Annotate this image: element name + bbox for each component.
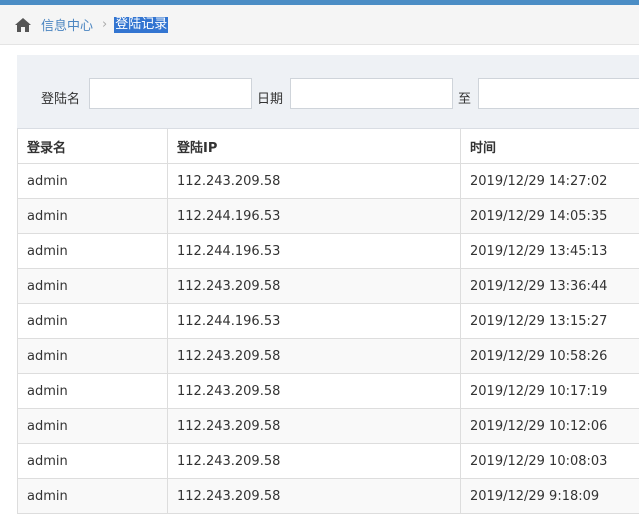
column-header-time: 时间: [460, 129, 639, 164]
cell-login-name: admin: [17, 198, 168, 234]
cell-login-ip: 112.244.196.53: [167, 233, 461, 269]
cell-login-name: admin: [17, 163, 168, 199]
login-records-table: 登录名 登陆IP 时间 admin 112.243.209.58 2019/12…: [17, 129, 639, 514]
cell-login-name: admin: [17, 268, 168, 304]
table-row: admin 112.243.209.58 2019/12/29 14:27:02: [17, 163, 639, 199]
cell-login-ip: 112.244.196.53: [167, 198, 461, 234]
date-to-input[interactable]: [478, 78, 639, 109]
cell-time: 2019/12/29 10:08:03: [460, 443, 639, 479]
cell-time: 2019/12/29 10:12:06: [460, 408, 639, 444]
cell-time: 2019/12/29 14:05:35: [460, 198, 639, 234]
cell-login-name: admin: [17, 338, 168, 374]
cell-login-name: admin: [17, 303, 168, 339]
home-icon[interactable]: [14, 17, 32, 33]
table-row: admin 112.243.209.58 2019/12/29 10:12:06: [17, 408, 639, 444]
table-header-row: 登录名 登陆IP 时间: [17, 129, 639, 164]
breadcrumb-current-page: 登陆记录: [114, 16, 169, 33]
cell-login-name: admin: [17, 443, 168, 479]
table-row: admin 112.243.209.58 2019/12/29 9:18:09: [17, 478, 639, 514]
cell-login-ip: 112.243.209.58: [167, 443, 461, 479]
table-row: admin 112.243.209.58 2019/12/29 10:08:03: [17, 443, 639, 479]
cell-login-name: admin: [17, 233, 168, 269]
cell-login-name: admin: [17, 408, 168, 444]
cell-time: 2019/12/29 10:58:26: [460, 338, 639, 374]
column-header-login-name: 登录名: [17, 129, 168, 164]
table-row: admin 112.244.196.53 2019/12/29 13:15:27: [17, 303, 639, 339]
cell-time: 2019/12/29 14:27:02: [460, 163, 639, 199]
cell-login-ip: 112.243.209.58: [167, 268, 461, 304]
table-row: admin 112.243.209.58 2019/12/29 10:17:19: [17, 373, 639, 409]
login-name-label: 登陆名: [41, 92, 81, 107]
cell-time: 2019/12/29 13:15:27: [460, 303, 639, 339]
date-to-label: 至: [458, 92, 472, 107]
chevron-right-icon: ›: [102, 17, 108, 32]
cell-login-ip: 112.243.209.58: [167, 478, 461, 514]
cell-login-ip: 112.244.196.53: [167, 303, 461, 339]
cell-time: 2019/12/29 13:45:13: [460, 233, 639, 269]
date-from-input[interactable]: [290, 78, 453, 109]
cell-login-name: admin: [17, 478, 168, 514]
filter-bar: 登陆名 日期 至: [17, 55, 639, 129]
table-row: admin 112.244.196.53 2019/12/29 13:45:13: [17, 233, 639, 269]
cell-login-ip: 112.243.209.58: [167, 408, 461, 444]
cell-time: 2019/12/29 9:18:09: [460, 478, 639, 514]
cell-time: 2019/12/29 13:36:44: [460, 268, 639, 304]
column-header-login-ip: 登陆IP: [167, 129, 461, 164]
cell-login-ip: 112.243.209.58: [167, 163, 461, 199]
cell-login-ip: 112.243.209.58: [167, 373, 461, 409]
table-row: admin 112.243.209.58 2019/12/29 13:36:44: [17, 268, 639, 304]
breadcrumb-link-info-center[interactable]: 信息中心: [41, 15, 93, 34]
table-row: admin 112.243.209.58 2019/12/29 10:58:26: [17, 338, 639, 374]
breadcrumb: 信息中心 › 登陆记录: [0, 5, 639, 45]
cell-login-name: admin: [17, 373, 168, 409]
cell-login-ip: 112.243.209.58: [167, 338, 461, 374]
table-row: admin 112.244.196.53 2019/12/29 14:05:35: [17, 198, 639, 234]
login-name-input[interactable]: [89, 78, 252, 109]
cell-time: 2019/12/29 10:17:19: [460, 373, 639, 409]
login-records-panel: 登陆名 日期 至 登录名 登陆IP 时间 admin 112.243.209.5…: [17, 55, 639, 515]
date-label: 日期: [257, 92, 284, 107]
